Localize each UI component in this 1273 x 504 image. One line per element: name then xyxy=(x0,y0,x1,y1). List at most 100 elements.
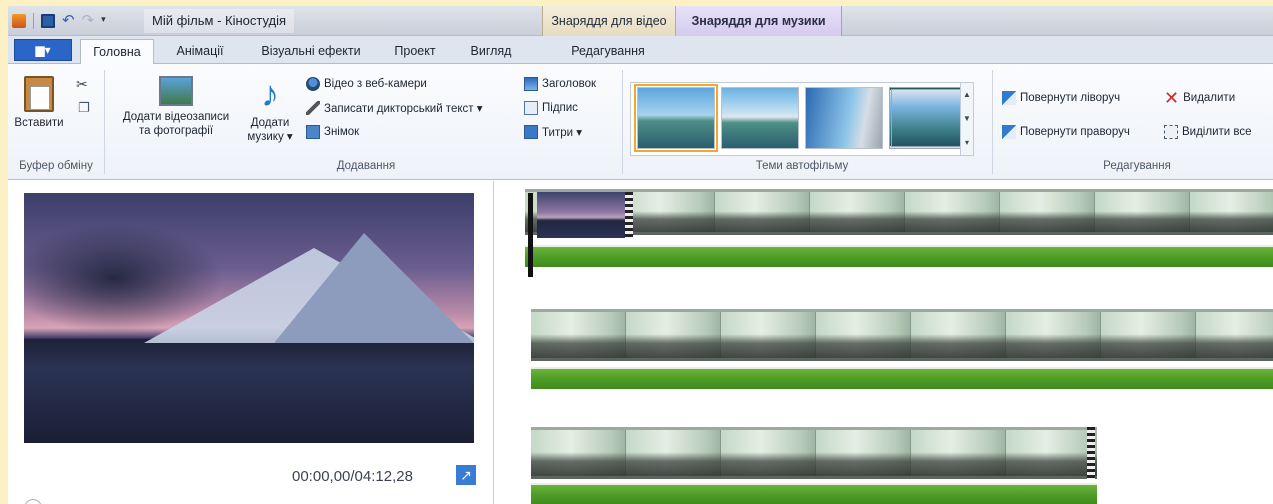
snapshot-icon xyxy=(306,125,320,139)
clip-end-boundary xyxy=(1087,427,1095,479)
group-separator xyxy=(622,70,623,174)
photo-clip-thumbnail[interactable] xyxy=(537,192,625,238)
title-bar: ↶ ↷ ▾ Мій фільм - Кіностудія Знаряддя дл… xyxy=(8,6,1273,36)
snapshot-label: Знімок xyxy=(324,126,360,138)
snapshot-button[interactable]: Знімок xyxy=(306,122,359,142)
preview-mountain-peak xyxy=(274,233,474,343)
add-music-label-line1: Додати xyxy=(250,117,290,129)
narration-label: Записати дикторський текст ▾ xyxy=(324,103,483,115)
webcam-label: Відео з веб-камери xyxy=(324,78,427,90)
timeline-row[interactable] xyxy=(525,189,1273,281)
caption-label: Підпис xyxy=(542,102,578,114)
select-all-label: Виділити все xyxy=(1182,126,1252,138)
cut-icon: ✂ xyxy=(76,75,88,92)
context-tab-video-tools: Знаряддя для відео xyxy=(542,6,676,36)
credits-icon xyxy=(524,125,538,139)
group-label-editing: Редагування xyxy=(1103,160,1171,172)
automovie-themes-gallery: ▲ ▼ ▾ xyxy=(630,82,974,156)
group-separator xyxy=(992,70,993,174)
video-clip-strip[interactable] xyxy=(525,189,1273,235)
title-button[interactable]: Заголовок xyxy=(524,74,596,94)
storyboard xyxy=(495,181,1273,504)
add-videos-photos-button[interactable]: Додати відеозаписи та фотографії xyxy=(112,76,240,138)
group-label-add: Додавання xyxy=(336,160,396,172)
webcam-icon xyxy=(306,77,320,91)
cut-button[interactable]: ✂ xyxy=(76,74,88,94)
tab-home[interactable]: Головна xyxy=(80,39,154,65)
tab-visual-effects[interactable]: Візуальні ефекти xyxy=(246,39,376,64)
rotate-left-label: Повернути ліворуч xyxy=(1020,92,1121,104)
gallery-more-icon[interactable]: ▾ xyxy=(961,131,973,155)
gallery-up-icon[interactable]: ▲ xyxy=(961,83,973,107)
group-label-themes: Теми автофільму xyxy=(755,160,849,172)
theme-thumbnail[interactable] xyxy=(889,87,967,149)
credits-label: Титри ▾ xyxy=(542,127,582,139)
delete-label: Видалити xyxy=(1183,92,1236,104)
webcam-video-button[interactable]: Відео з веб-камери xyxy=(306,74,427,94)
microphone-icon xyxy=(306,101,320,115)
add-video-icon xyxy=(159,76,193,106)
playhead[interactable] xyxy=(528,193,533,277)
music-track[interactable] xyxy=(525,245,1273,267)
title-label: Заголовок xyxy=(542,78,597,90)
qat-separator xyxy=(33,13,34,29)
caption-button[interactable]: Підпис xyxy=(524,98,578,118)
add-music-label-line2: музику ▾ xyxy=(247,131,293,143)
preview-pane: 00:00,00/04:12,28 ↗ xyxy=(8,181,494,504)
app-icon[interactable] xyxy=(12,14,26,28)
add-video-label-line1: Додати відеозаписи xyxy=(122,111,230,123)
rotate-left-button[interactable]: Повернути ліворуч xyxy=(1002,88,1120,108)
tab-project[interactable]: Проект xyxy=(382,39,448,64)
music-note-icon: ♪ xyxy=(261,73,279,114)
copy-icon: ❐ xyxy=(78,100,90,115)
theme-thumbnail[interactable] xyxy=(634,84,718,152)
paste-button[interactable]: Вставити xyxy=(12,76,66,130)
select-all-icon xyxy=(1164,125,1178,139)
context-tab-music-tools: Знаряддя для музики xyxy=(676,6,842,36)
group-separator xyxy=(104,70,105,174)
paste-label: Вставити xyxy=(14,117,64,129)
music-track[interactable] xyxy=(531,483,1097,504)
select-all-button[interactable]: Виділити все xyxy=(1164,122,1252,142)
caption-icon xyxy=(524,101,538,115)
tab-edit[interactable]: Редагування xyxy=(552,39,664,64)
credits-button[interactable]: Титри ▾ xyxy=(524,122,582,142)
rotate-right-label: Повернути праворуч xyxy=(1020,126,1130,138)
video-preview[interactable] xyxy=(24,193,474,443)
fullscreen-icon[interactable]: ↗ xyxy=(456,465,476,485)
add-music-button[interactable]: ♪ Додати музику ▾ xyxy=(242,76,298,144)
video-clip-strip[interactable] xyxy=(531,427,1097,479)
theme-thumbnail[interactable] xyxy=(721,87,799,149)
rotate-right-icon xyxy=(1002,125,1016,139)
movie-maker-window: ↶ ↷ ▾ Мій фільм - Кіностудія Знаряддя дл… xyxy=(8,6,1273,504)
quick-access-toolbar: ↶ ↷ ▾ xyxy=(12,11,106,31)
undo-icon[interactable]: ↶ xyxy=(62,13,75,28)
group-label-clipboard: Буфер обміну xyxy=(19,160,93,172)
video-clip-strip[interactable] xyxy=(531,309,1273,361)
rotate-left-icon xyxy=(1002,91,1016,105)
theme-thumbnail[interactable] xyxy=(805,87,883,149)
music-track[interactable] xyxy=(531,367,1273,389)
clip-boundary xyxy=(625,192,633,238)
redo-icon[interactable]: ↷ xyxy=(82,13,95,28)
paste-icon xyxy=(24,76,54,112)
qat-dropdown-icon[interactable]: ▾ xyxy=(101,14,106,28)
title-icon xyxy=(524,77,538,91)
gallery-down-icon[interactable]: ▼ xyxy=(961,107,973,131)
timeline-row[interactable] xyxy=(531,309,1273,391)
play-icon[interactable] xyxy=(24,499,42,504)
tab-view[interactable]: Вигляд xyxy=(460,39,522,64)
save-icon[interactable] xyxy=(41,14,55,28)
timecode-display: 00:00,00/04:12,28 xyxy=(292,468,413,485)
gallery-scroll[interactable]: ▲ ▼ ▾ xyxy=(960,83,973,155)
tab-animations[interactable]: Анімації xyxy=(162,39,238,64)
file-menu-button[interactable]: ▆▾ xyxy=(14,39,72,61)
ribbon-tab-row: ▆▾ Головна Анімації Візуальні ефекти Про… xyxy=(8,36,1273,65)
timeline-row[interactable] xyxy=(531,427,1097,504)
rotate-right-button[interactable]: Повернути праворуч xyxy=(1002,122,1130,142)
copy-button[interactable]: ❐ xyxy=(78,98,90,118)
record-narration-button[interactable]: Записати дикторський текст ▾ xyxy=(306,98,483,118)
add-video-label-line2: та фотографії xyxy=(138,125,214,137)
delete-icon: ✕ xyxy=(1164,88,1180,108)
delete-button[interactable]: ✕ Видалити xyxy=(1164,88,1235,108)
